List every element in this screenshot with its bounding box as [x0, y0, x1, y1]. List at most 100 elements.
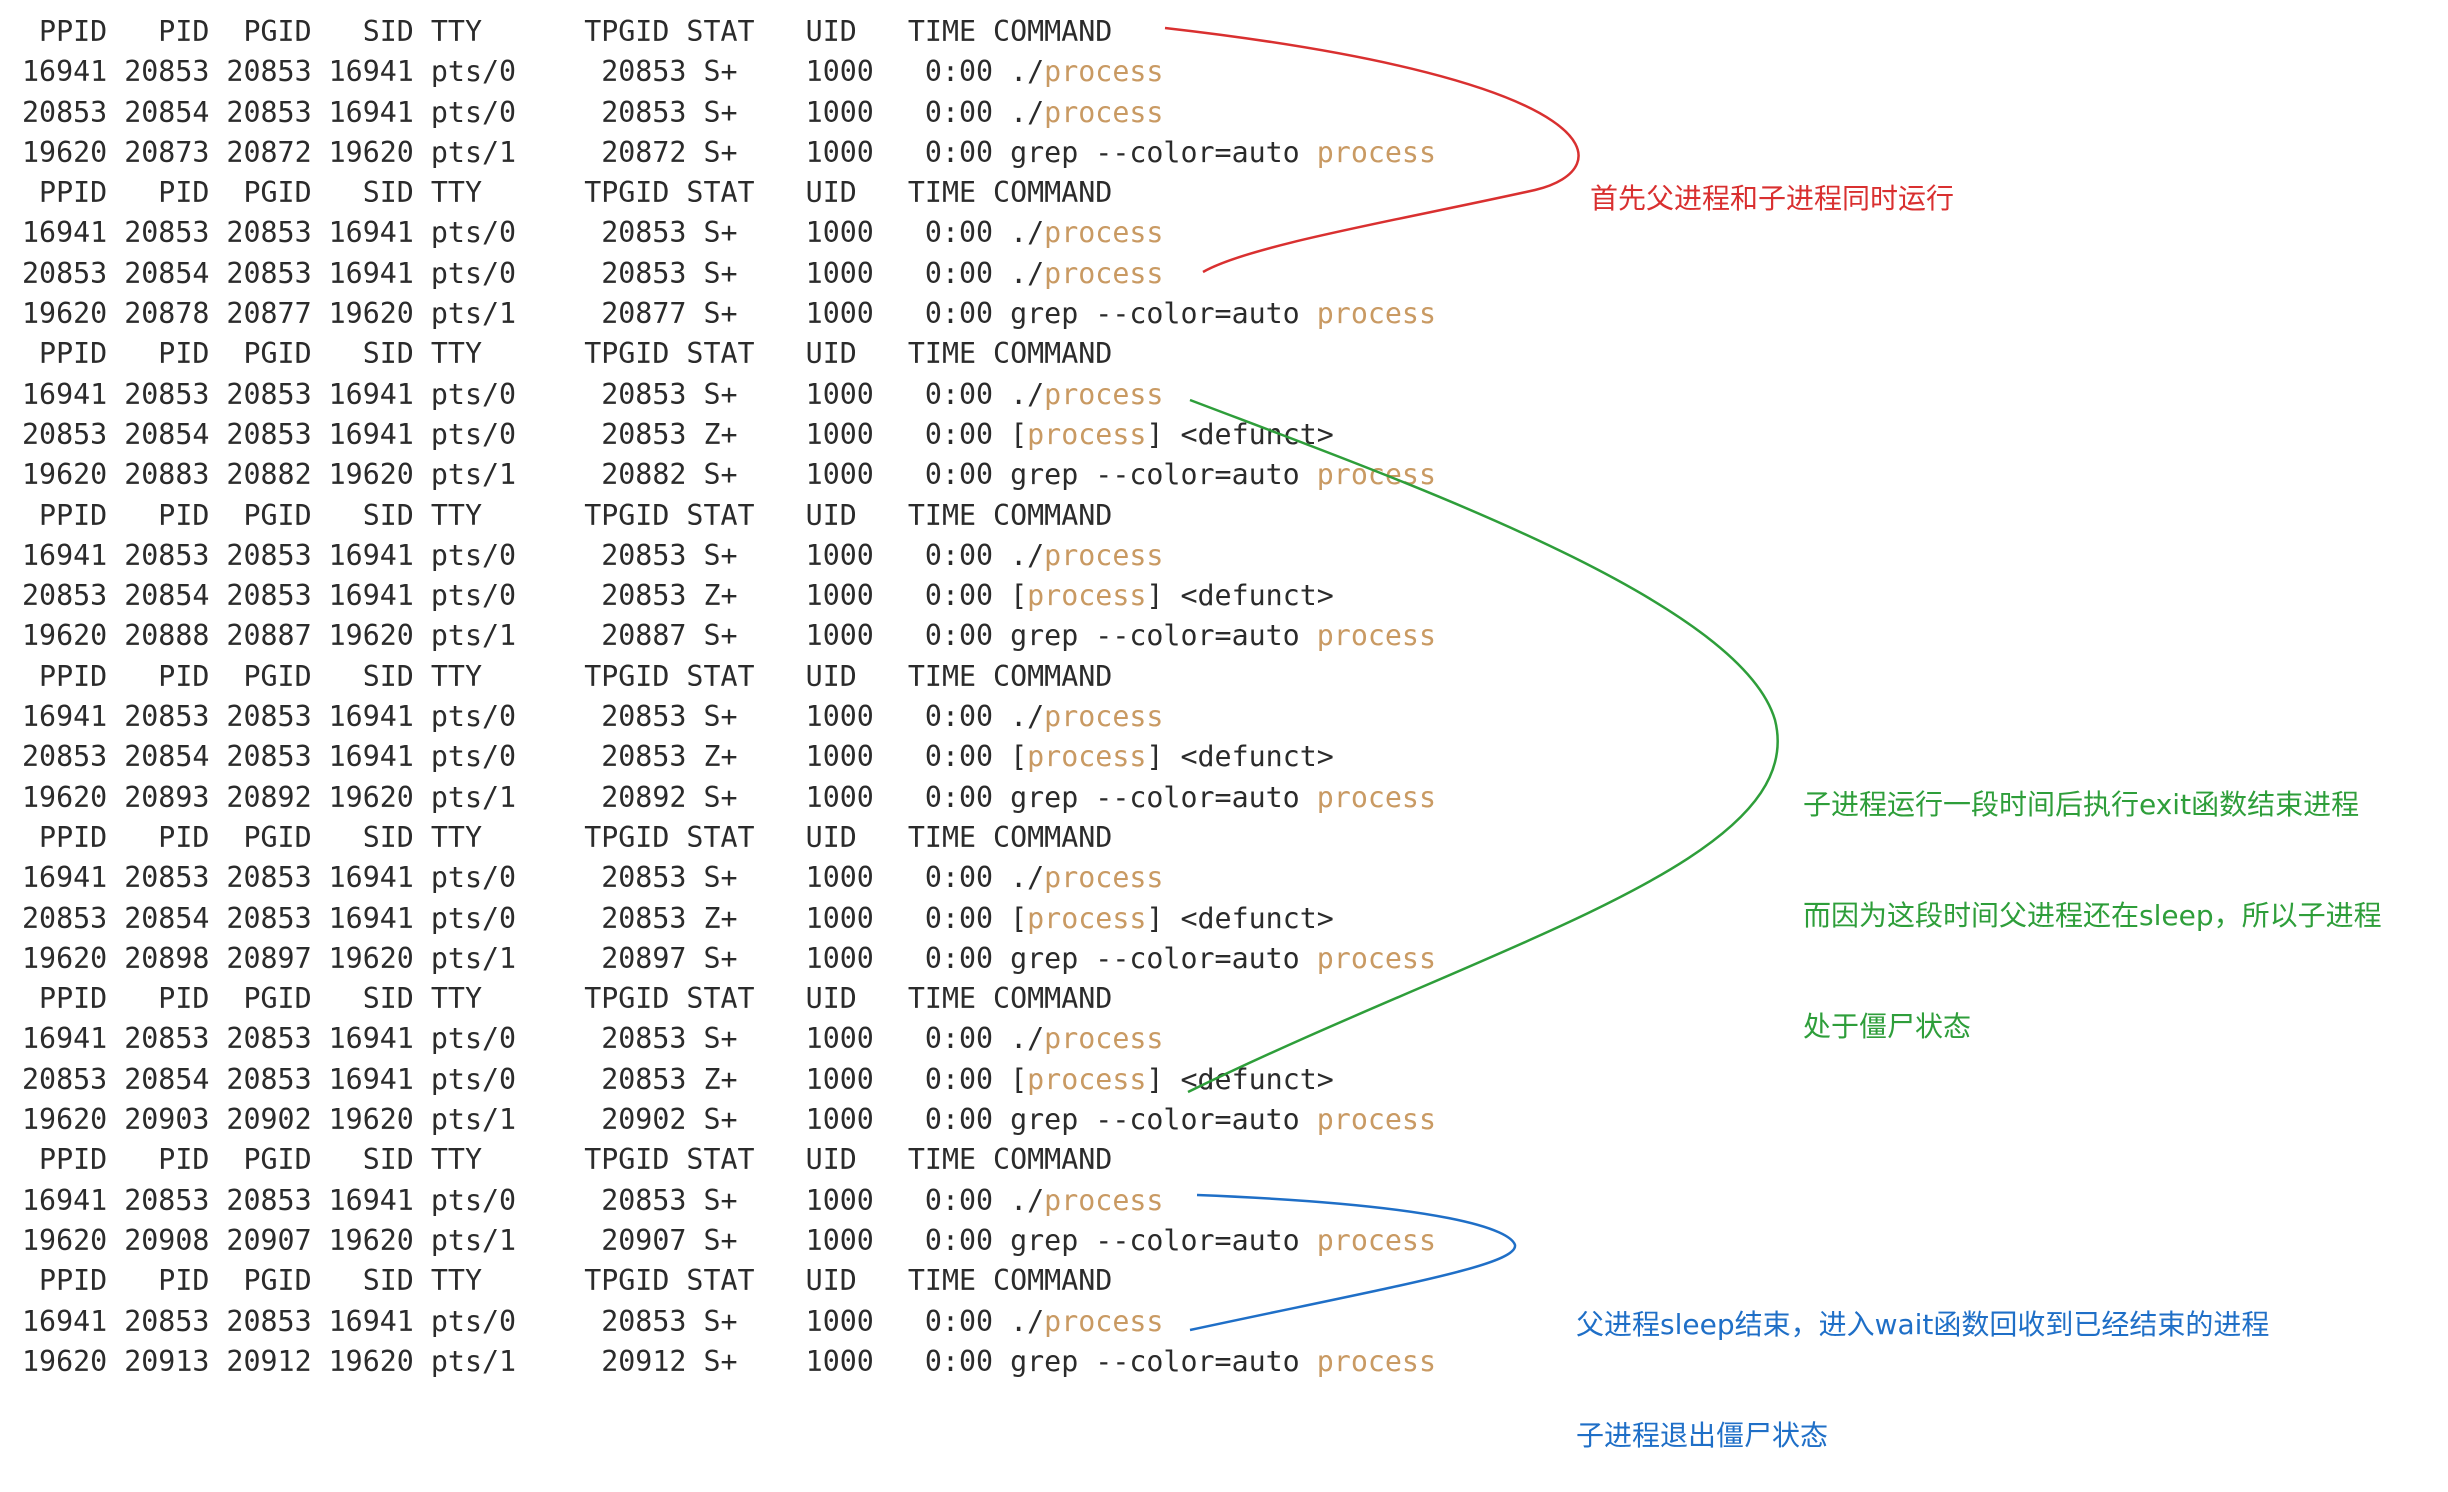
process-highlight: process: [1316, 135, 1437, 169]
row-text: 16941 20853 20853 16941 pts/0 20853 S+ 1…: [22, 1022, 1045, 1056]
row-text: 16941 20853 20853 16941 pts/0 20853 S+ 1…: [22, 55, 1045, 89]
ps-process-row: 16941 20853 20853 16941 pts/0 20853 S+ 1…: [22, 1181, 1482, 1221]
process-highlight: process: [1316, 1344, 1437, 1378]
row-text: 20853 20854 20853 16941 pts/0 20853 S+ 1…: [22, 95, 1045, 129]
process-highlight: process: [1027, 579, 1147, 613]
process-highlight: process: [1044, 95, 1164, 129]
ps-process-row: 16941 20853 20853 16941 pts/0 20853 S+ 1…: [22, 375, 1482, 415]
process-highlight: process: [1044, 377, 1164, 411]
row-text: 19620 20893 20892 19620 pts/1 20892 S+ 1…: [22, 780, 1317, 814]
ps-process-row: 19620 20878 20877 19620 pts/1 20877 S+ 1…: [22, 294, 1482, 334]
row-text: 19620 20873 20872 19620 pts/1 20872 S+ 1…: [22, 135, 1317, 169]
ps-process-row: 16941 20853 20853 16941 pts/0 20853 S+ 1…: [22, 697, 1482, 737]
ps-process-row: 19620 20913 20912 19620 pts/1 20912 S+ 1…: [22, 1342, 1482, 1382]
row-text: 19620 20913 20912 19620 pts/1 20912 S+ 1…: [22, 1344, 1317, 1378]
row-text: PPID PID PGID SID TTY TPGID STAT UID TIM…: [22, 982, 1113, 1016]
process-highlight: process: [1044, 1183, 1164, 1217]
process-highlight: process: [1316, 619, 1437, 653]
row-text: 19620 20888 20887 19620 pts/1 20887 S+ 1…: [22, 619, 1317, 653]
annotation-red-text: 首先父进程和子进程同时运行: [1590, 106, 1954, 254]
row-text: 16941 20853 20853 16941 pts/0 20853 S+ 1…: [22, 861, 1045, 895]
process-highlight: process: [1044, 216, 1164, 250]
ps-process-row: 20853 20854 20853 16941 pts/0 20853 Z+ 1…: [22, 899, 1482, 939]
ps-process-row: 19620 20883 20882 19620 pts/1 20882 S+ 1…: [22, 455, 1482, 495]
annotation-line: 首先父进程和子进程同时运行: [1590, 182, 1955, 215]
row-text: PPID PID PGID SID TTY TPGID STAT UID TIM…: [22, 498, 1113, 532]
ps-process-row: 16941 20853 20853 16941 pts/0 20853 S+ 1…: [22, 1302, 1482, 1342]
row-text: 20853 20854 20853 16941 pts/0 20853 Z+ 1…: [22, 579, 1028, 613]
ps-header-row: PPID PID PGID SID TTY TPGID STAT UID TIM…: [22, 818, 1482, 858]
ps-process-row: 20853 20854 20853 16941 pts/0 20853 Z+ 1…: [22, 576, 1482, 616]
ps-header-row: PPID PID PGID SID TTY TPGID STAT UID TIM…: [22, 1261, 1482, 1301]
annotation-green-text: 子进程运行一段时间后执行exit函数结束进程 而因为这段时间父进程还在sleep…: [1803, 712, 2382, 1082]
ps-header-row: PPID PID PGID SID TTY TPGID STAT UID TIM…: [22, 334, 1482, 374]
row-text: 20853 20854 20853 16941 pts/0 20853 Z+ 1…: [22, 740, 1028, 774]
row-text: PPID PID PGID SID TTY TPGID STAT UID TIM…: [22, 176, 1113, 210]
row-text: 20853 20854 20853 16941 pts/0 20853 Z+ 1…: [22, 901, 1028, 935]
process-highlight: process: [1044, 55, 1164, 89]
process-highlight: process: [1044, 256, 1164, 290]
ps-process-row: 19620 20903 20902 19620 pts/1 20902 S+ 1…: [22, 1100, 1482, 1140]
ps-process-row: 16941 20853 20853 16941 pts/0 20853 S+ 1…: [22, 858, 1482, 898]
process-highlight: process: [1044, 700, 1164, 734]
annotation-blue-text: 父进程sleep结束，进入wait函数回收到已经结束的进程 子进程退出僵尸状态: [1576, 1232, 2269, 1491]
row-tail-text: ] <defunct>: [1146, 579, 1334, 613]
ps-process-row: 16941 20853 20853 16941 pts/0 20853 S+ 1…: [22, 213, 1482, 253]
ps-process-row: 19620 20888 20887 19620 pts/1 20887 S+ 1…: [22, 616, 1482, 656]
ps-process-row: 19620 20873 20872 19620 pts/1 20872 S+ 1…: [22, 133, 1482, 173]
row-text: 19620 20903 20902 19620 pts/1 20902 S+ 1…: [22, 1103, 1317, 1137]
annotation-line: 父进程sleep结束，进入wait函数回收到已经结束的进程: [1576, 1308, 2270, 1341]
process-highlight: process: [1044, 1304, 1164, 1338]
row-tail-text: ] <defunct>: [1146, 901, 1334, 935]
row-text: PPID PID PGID SID TTY TPGID STAT UID TIM…: [22, 1143, 1113, 1177]
process-highlight: process: [1316, 1103, 1437, 1137]
ps-process-row: 19620 20898 20897 19620 pts/1 20897 S+ 1…: [22, 939, 1482, 979]
process-highlight: process: [1316, 780, 1437, 814]
row-text: 16941 20853 20853 16941 pts/0 20853 S+ 1…: [22, 700, 1045, 734]
row-text: 16941 20853 20853 16941 pts/0 20853 S+ 1…: [22, 216, 1045, 250]
ps-header-row: PPID PID PGID SID TTY TPGID STAT UID TIM…: [22, 173, 1482, 213]
row-text: 19620 20883 20882 19620 pts/1 20882 S+ 1…: [22, 458, 1317, 492]
process-highlight: process: [1027, 901, 1147, 935]
ps-process-row: 19620 20893 20892 19620 pts/1 20892 S+ 1…: [22, 778, 1482, 818]
process-highlight: process: [1027, 1062, 1147, 1096]
ps-process-row: 20853 20854 20853 16941 pts/0 20853 Z+ 1…: [22, 1060, 1482, 1100]
row-tail-text: ] <defunct>: [1146, 1062, 1334, 1096]
ps-process-row: 20853 20854 20853 16941 pts/0 20853 S+ 1…: [22, 254, 1482, 294]
row-text: PPID PID PGID SID TTY TPGID STAT UID TIM…: [22, 1264, 1113, 1298]
row-text: 20853 20854 20853 16941 pts/0 20853 Z+ 1…: [22, 1062, 1028, 1096]
process-highlight: process: [1316, 1223, 1437, 1257]
process-highlight: process: [1027, 740, 1147, 774]
row-text: 16941 20853 20853 16941 pts/0 20853 S+ 1…: [22, 377, 1045, 411]
row-tail-text: ] <defunct>: [1146, 417, 1334, 451]
ps-process-row: 19620 20908 20907 19620 pts/1 20907 S+ 1…: [22, 1221, 1482, 1261]
row-text: PPID PID PGID SID TTY TPGID STAT UID TIM…: [22, 659, 1113, 693]
row-text: 20853 20854 20853 16941 pts/0 20853 S+ 1…: [22, 256, 1045, 290]
terminal-output[interactable]: PPID PID PGID SID TTY TPGID STAT UID TIM…: [22, 12, 1482, 1382]
annotation-line: 子进程运行一段时间后执行exit函数结束进程: [1803, 788, 2360, 821]
row-text: 16941 20853 20853 16941 pts/0 20853 S+ 1…: [22, 1304, 1045, 1338]
ps-process-row: 16941 20853 20853 16941 pts/0 20853 S+ 1…: [22, 52, 1482, 92]
process-highlight: process: [1044, 861, 1164, 895]
annotation-line: 而因为这段时间父进程还在sleep，所以子进程: [1803, 899, 2382, 932]
ps-process-row: 16941 20853 20853 16941 pts/0 20853 S+ 1…: [22, 536, 1482, 576]
annotation-line: 处于僵尸状态: [1803, 1010, 1972, 1043]
process-highlight: process: [1316, 297, 1437, 331]
row-text: 19620 20908 20907 19620 pts/1 20907 S+ 1…: [22, 1223, 1317, 1257]
row-text: 20853 20854 20853 16941 pts/0 20853 Z+ 1…: [22, 417, 1028, 451]
ps-process-row: 20853 20854 20853 16941 pts/0 20853 S+ 1…: [22, 93, 1482, 133]
row-text: 16941 20853 20853 16941 pts/0 20853 S+ 1…: [22, 538, 1045, 572]
row-text: PPID PID PGID SID TTY TPGID STAT UID TIM…: [22, 15, 1113, 48]
row-text: PPID PID PGID SID TTY TPGID STAT UID TIM…: [22, 820, 1113, 854]
ps-process-row: 20853 20854 20853 16941 pts/0 20853 Z+ 1…: [22, 737, 1482, 777]
row-text: 16941 20853 20853 16941 pts/0 20853 S+ 1…: [22, 1183, 1045, 1217]
row-text: PPID PID PGID SID TTY TPGID STAT UID TIM…: [22, 337, 1113, 371]
process-highlight: process: [1316, 941, 1437, 975]
process-highlight: process: [1027, 417, 1147, 451]
ps-header-row: PPID PID PGID SID TTY TPGID STAT UID TIM…: [22, 496, 1482, 536]
ps-header-row: PPID PID PGID SID TTY TPGID STAT UID TIM…: [22, 1140, 1482, 1180]
row-text: 19620 20878 20877 19620 pts/1 20877 S+ 1…: [22, 297, 1317, 331]
ps-process-row: 16941 20853 20853 16941 pts/0 20853 S+ 1…: [22, 1019, 1482, 1059]
process-highlight: process: [1044, 1022, 1164, 1056]
ps-header-row: PPID PID PGID SID TTY TPGID STAT UID TIM…: [22, 12, 1482, 52]
